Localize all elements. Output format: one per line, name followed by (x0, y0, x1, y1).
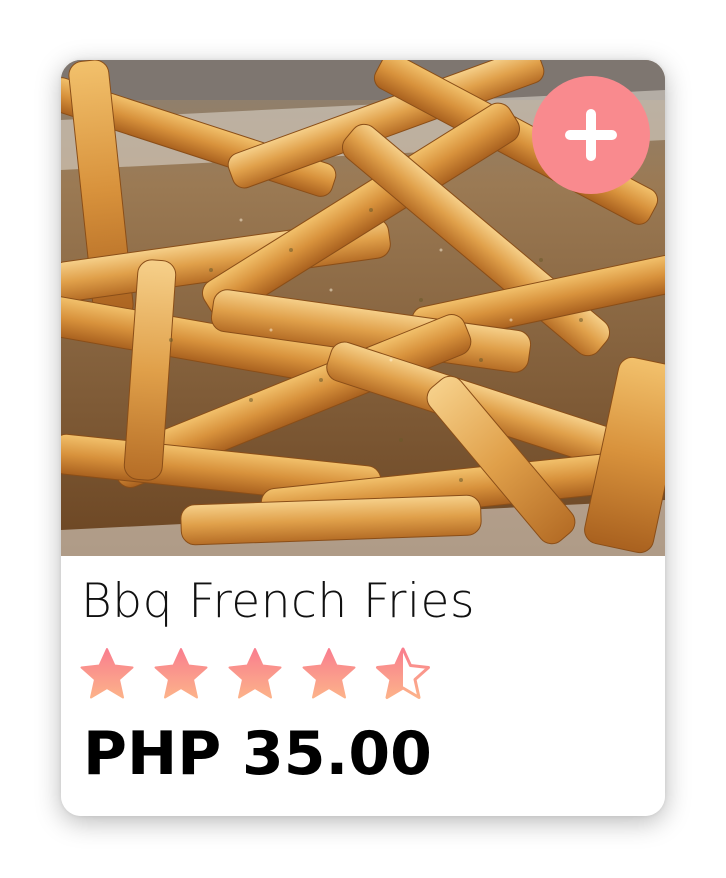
star-full-icon (228, 648, 282, 699)
star-half-icon (376, 647, 430, 699)
star-full-icon (80, 648, 134, 699)
add-to-cart-button[interactable] (532, 76, 650, 194)
product-info: Bbq French Fries PHP 35.00 (61, 556, 665, 816)
product-card[interactable]: Bbq French Fries PHP 35.00 (61, 60, 665, 816)
plus-icon (565, 109, 617, 161)
page: Bbq French Fries PHP 35.00 (0, 0, 726, 878)
star-full-icon (154, 648, 208, 699)
product-price: PHP 35.00 (83, 719, 432, 789)
product-name: Bbq French Fries (81, 574, 475, 629)
star-full-icon (302, 648, 356, 699)
rating-stars (79, 646, 449, 702)
